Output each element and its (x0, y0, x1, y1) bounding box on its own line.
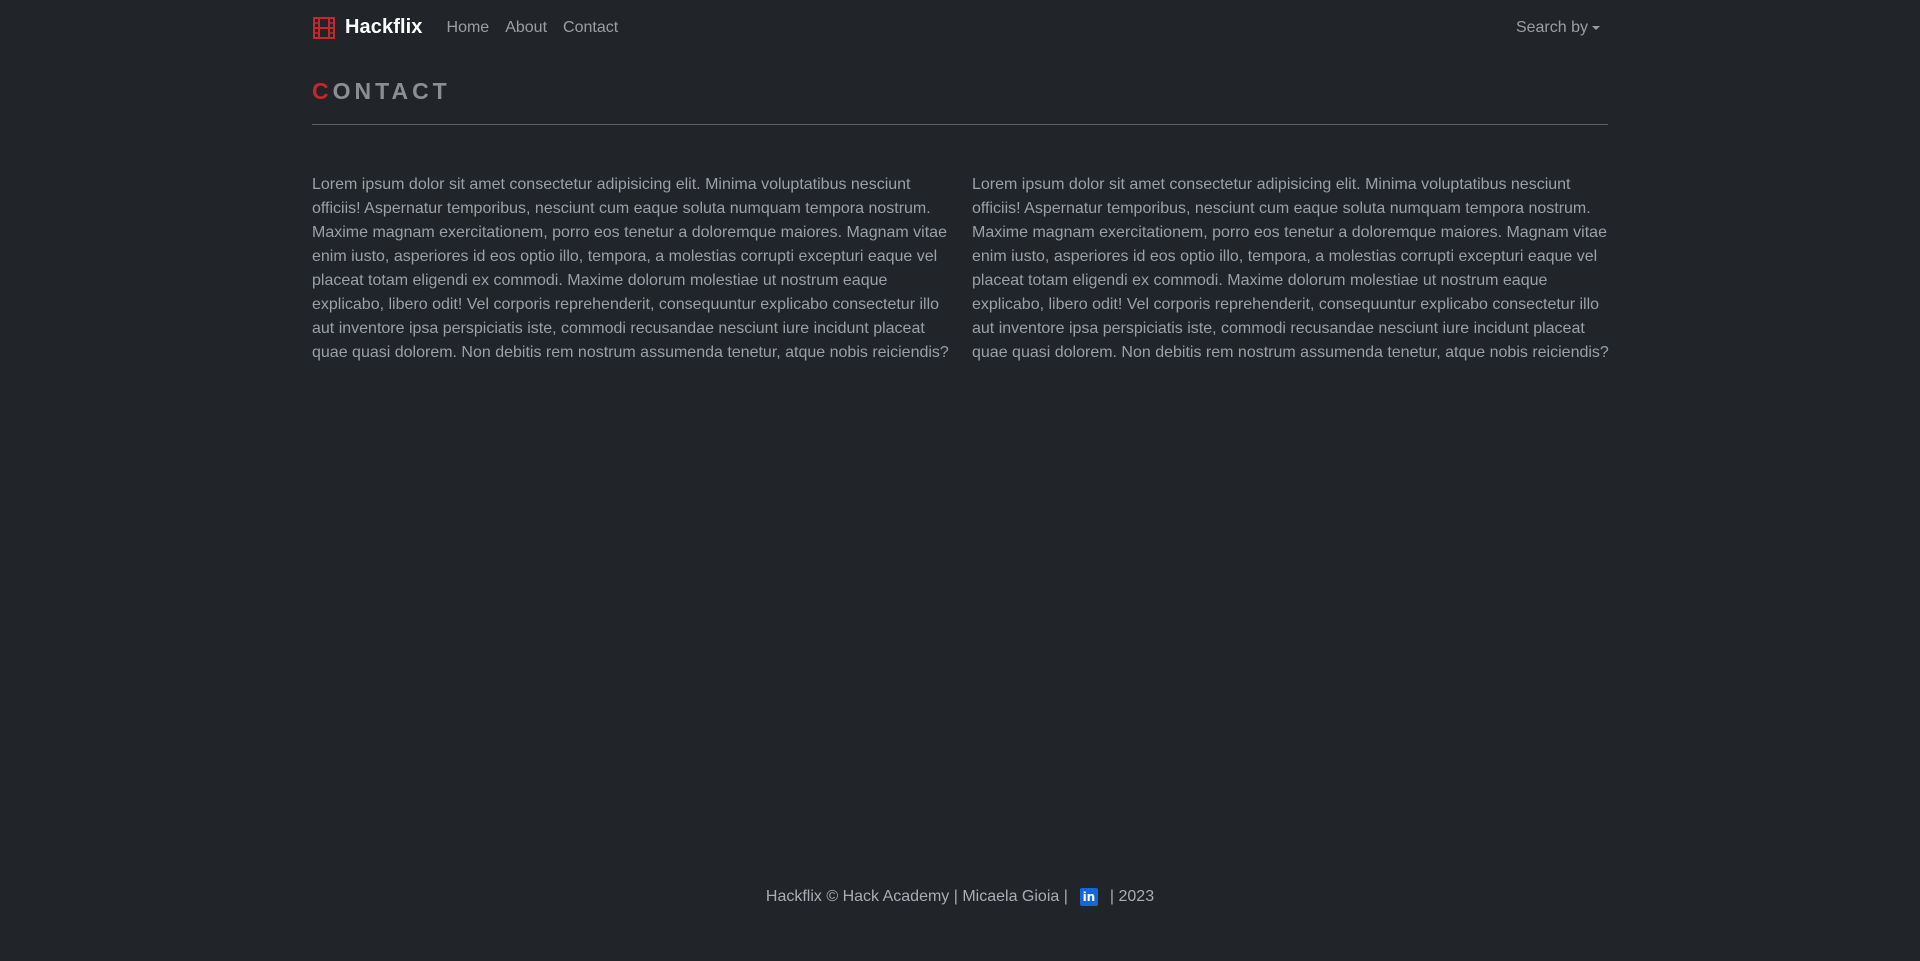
brand-link[interactable]: Hackflix (312, 16, 423, 40)
footer-credits: Hackflix © Hack Academy | Micaela Gioia … (765, 888, 1068, 905)
page-title-rest: ONTACT (332, 78, 451, 104)
film-icon (312, 16, 336, 40)
page-title: CONTACT (312, 78, 451, 105)
footer-year: | 2023 (1109, 888, 1155, 905)
page: Hackflix Home About Contact Search by CO… (0, 0, 1920, 961)
caret-down-icon (1592, 25, 1600, 30)
title-divider (312, 124, 1608, 125)
contact-paragraph-left: Lorem ipsum dolor sit amet consectetur a… (312, 176, 949, 361)
nav-contact[interactable]: Contact (563, 19, 618, 37)
linkedin-icon[interactable]: in (1079, 888, 1098, 906)
footer: Hackflix © Hack Academy | Micaela Gioia … (0, 888, 1920, 906)
nav-about[interactable]: About (505, 19, 547, 37)
brand-name: Hackflix (345, 16, 423, 38)
nav-links: Home About Contact (447, 19, 627, 37)
page-title-initial: C (312, 78, 333, 104)
nav-home[interactable]: Home (447, 19, 490, 37)
navbar: Hackflix Home About Contact Search by (312, 0, 1608, 55)
contact-paragraph-right: Lorem ipsum dolor sit amet consectetur a… (972, 176, 1609, 361)
search-by-label: Search by (1515, 18, 1588, 36)
search-by-dropdown[interactable]: Search by (1516, 19, 1600, 37)
